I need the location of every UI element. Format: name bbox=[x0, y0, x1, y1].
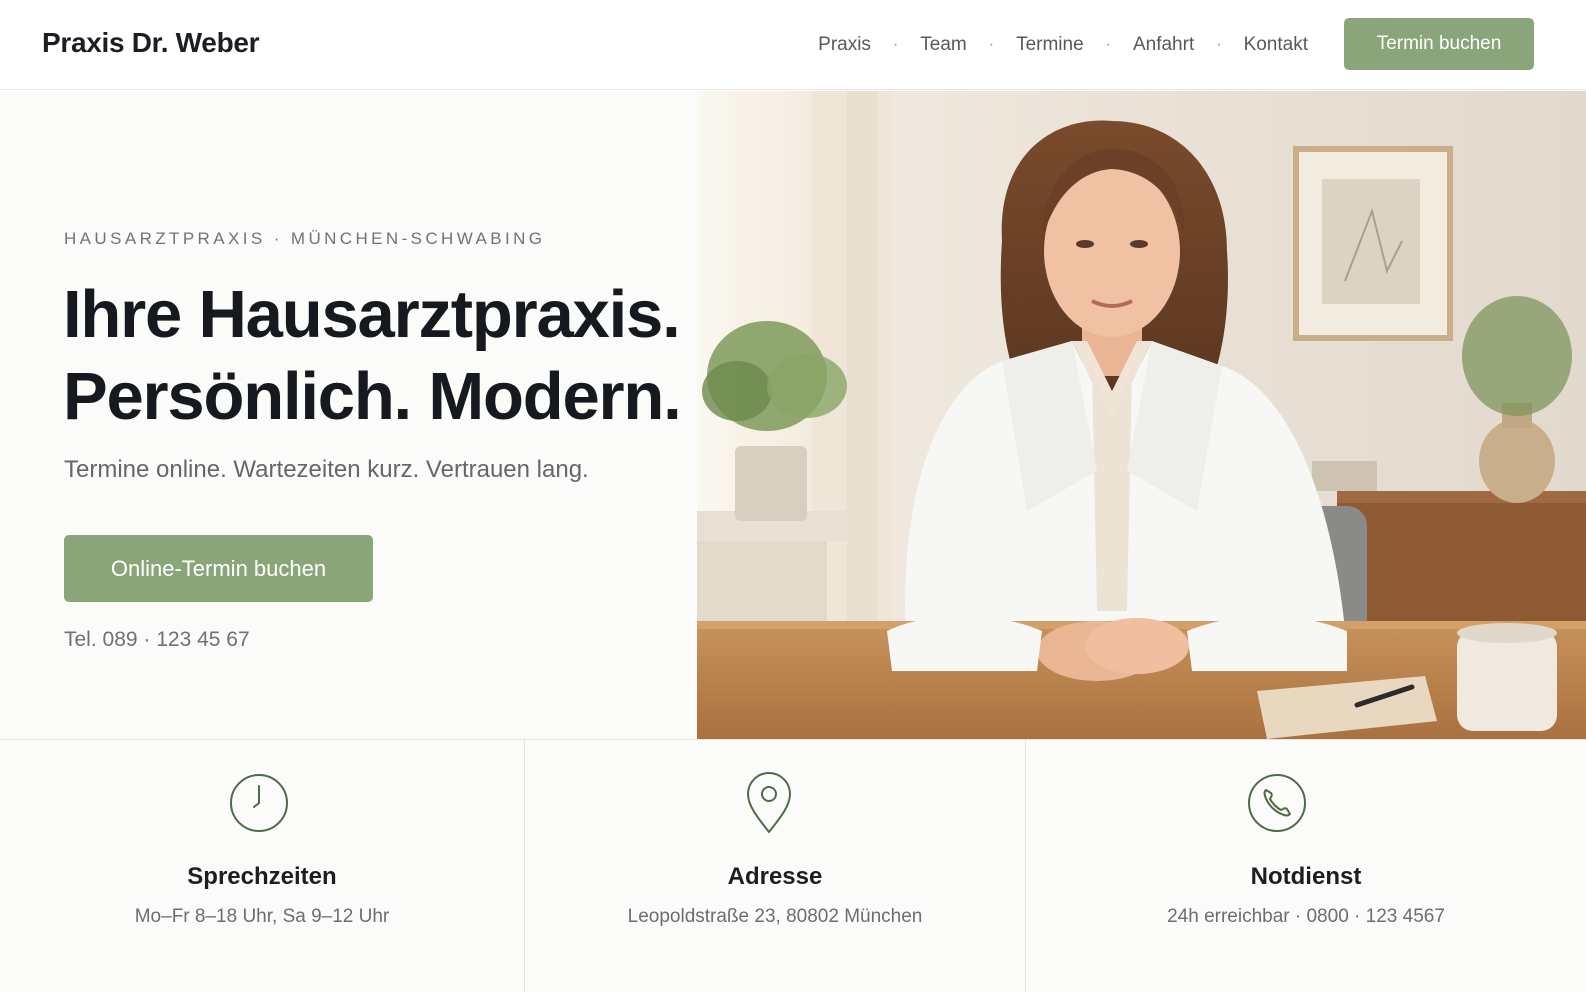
phone-icon bbox=[1246, 772, 1308, 834]
nav-separator: · bbox=[1216, 36, 1222, 53]
clock-icon bbox=[228, 772, 290, 834]
nav-link-team[interactable]: Team bbox=[920, 34, 966, 56]
nav-link-praxis[interactable]: Praxis bbox=[818, 34, 871, 56]
nav-separator: · bbox=[892, 36, 899, 53]
info-card-text: Leopoldstraße 23, 80802 München bbox=[627, 906, 923, 927]
info-card-title: Notdienst bbox=[1250, 863, 1362, 890]
hero-headline-line-2: Persönlich. Modern. bbox=[63, 359, 682, 434]
hero-headline: Ihre Hausarztpraxis. Persönlich. Modern. bbox=[63, 274, 682, 438]
info-card-text: 24h erreichbar · 0800 · 123 4567 bbox=[1167, 906, 1445, 927]
hero-headline-line-1: Ihre Hausarztpraxis. bbox=[63, 277, 681, 352]
nav-link-kontakt[interactable]: Kontakt bbox=[1244, 34, 1308, 56]
book-appointment-button[interactable]: Termin buchen bbox=[1344, 18, 1534, 70]
hero-phone[interactable]: Tel. 089 · 123 45 67 bbox=[64, 628, 250, 652]
doctor-portrait-photo bbox=[697, 91, 1586, 739]
info-card-text: Mo–Fr 8–18 Uhr, Sa 9–12 Uhr bbox=[134, 906, 390, 927]
info-card-address[interactable]: Adresse Leopoldstraße 23, 80802 München bbox=[524, 740, 1025, 992]
hero-subline: Termine online. Wartezeiten kurz. Vertra… bbox=[64, 456, 589, 483]
nav-separator: · bbox=[1105, 36, 1111, 53]
info-card-opening-hours: Sprechzeiten Mo–Fr 8–18 Uhr, Sa 9–12 Uhr bbox=[0, 740, 524, 992]
map-pin-icon bbox=[738, 772, 800, 834]
site-header: Praxis Dr. Weber Praxis · Team · Termine… bbox=[0, 0, 1586, 90]
nav-separator: · bbox=[988, 36, 995, 53]
main-nav: Praxis · Team · Termine · Anfahrt · Kont… bbox=[818, 30, 1308, 60]
online-booking-button[interactable]: Online-Termin buchen bbox=[64, 535, 373, 602]
info-card-title: Adresse bbox=[727, 863, 823, 890]
info-card-title: Sprechzeiten bbox=[187, 863, 337, 890]
info-card-emergency[interactable]: Notdienst 24h erreichbar · 0800 · 123 45… bbox=[1025, 740, 1586, 992]
nav-link-termine[interactable]: Termine bbox=[1016, 34, 1084, 56]
brand-logo[interactable]: Praxis Dr. Weber bbox=[42, 27, 260, 59]
hero-eyebrow: HAUSARZTPRAXIS · MÜNCHEN-SCHWABING bbox=[64, 229, 546, 248]
nav-link-anfahrt[interactable]: Anfahrt bbox=[1133, 34, 1194, 56]
info-strip: Sprechzeiten Mo–Fr 8–18 Uhr, Sa 9–12 Uhr… bbox=[0, 739, 1586, 992]
